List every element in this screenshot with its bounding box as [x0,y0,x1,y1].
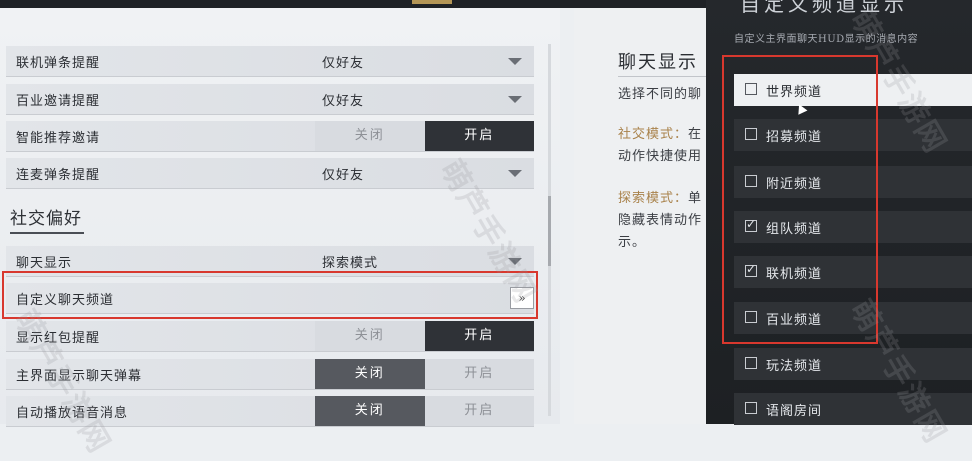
red-packet-toggle: 关闭 开启 [315,321,534,351]
smart-invite-toggle: 关闭 开启 [315,121,534,151]
chat-display-dropdown[interactable]: 探索模式 [314,246,534,276]
custom-channel-overlay: 自定义频道显示 自定义主界面聊天HUD显示的消息内容 世界频道 招募频道 附近频… [706,0,972,425]
channel-item-world[interactable]: 世界频道 [734,74,972,106]
checkbox-checked[interactable] [745,217,757,232]
explore-mode-text: 单 [688,191,703,206]
toggle-off-option[interactable]: 关闭 [315,396,425,426]
row-label: 聊天显示 [16,256,73,271]
explore-mode-label: 探索模式： [618,191,689,206]
row-label: 百业邀请提醒 [16,94,101,109]
dropdown-value: 仅好友 [322,168,365,183]
dropdown-value: 仅好友 [322,56,365,71]
checkbox[interactable] [745,128,757,140]
channel-item-guild[interactable]: 百业频道 [734,302,972,334]
toggle-off-option[interactable]: 关闭 [315,121,425,151]
channel-label: 玩法频道 [766,359,823,374]
description-panel: 聊天显示 选择不同的聊 社交模式：在 动作快捷使用 探索模式：单 隐藏表情动作 … [574,8,714,424]
toggle-on-option[interactable]: 开启 [424,396,534,426]
channel-label: 附近频道 [766,177,823,192]
toggle-off-option[interactable]: 关闭 [315,359,425,389]
row-chat-display: 聊天显示 探索模式 [6,246,534,277]
channel-item-link[interactable]: 联机频道 [734,256,972,288]
row-custom-channel[interactable]: 自定义聊天频道 » [6,283,534,314]
section-underline [10,232,84,234]
channel-label: 语阁房间 [766,404,823,419]
description-explore: 探索模式：单 [618,188,702,210]
checkbox-checked[interactable] [745,262,757,277]
top-accent [412,0,452,4]
channel-label: 世界频道 [766,85,823,100]
row-voice-popup: 连麦弹条提醒 仅好友 [6,158,534,189]
checkbox[interactable] [745,175,757,187]
dropdown-value: 探索模式 [322,256,379,271]
row-label: 联机弹条提醒 [16,56,101,71]
row-auto-voice: 自动播放语音消息 关闭 开启 [6,396,534,427]
link-popup-dropdown[interactable]: 仅好友 [314,46,534,76]
dropdown-value: 仅好友 [322,94,365,109]
row-label: 智能推荐邀请 [16,131,101,146]
row-chat-danmaku: 主界面显示聊天弹幕 关闭 开启 [6,359,534,390]
channel-label: 百业频道 [766,313,823,328]
checkbox[interactable] [745,311,757,323]
guild-invite-dropdown[interactable]: 仅好友 [314,84,534,114]
chevron-down-icon [508,170,522,177]
chat-danmaku-toggle: 关闭 开启 [315,359,534,389]
voice-popup-dropdown[interactable]: 仅好友 [314,158,534,188]
description-title: 聊天显示 [618,52,698,73]
description-social-line2: 动作快捷使用 [618,149,703,164]
social-mode-label: 社交模式： [618,127,689,142]
description-social: 社交模式：在 [618,124,702,146]
channel-item-nearby[interactable]: 附近频道 [734,166,972,198]
channel-label: 组队频道 [766,222,823,237]
chevron-down-icon [508,96,522,103]
open-channel-button[interactable]: » [510,287,534,309]
scrollbar-thumb[interactable] [548,196,551,266]
row-label: 自动播放语音消息 [16,406,129,421]
row-label: 显示红包提醒 [16,331,101,346]
chevron-down-icon [508,58,522,65]
checkbox[interactable] [745,83,757,95]
channel-item-voice-room[interactable]: 语阁房间 [734,393,972,425]
toggle-on-option[interactable]: 开启 [424,359,534,389]
checkbox[interactable] [745,402,757,414]
overlay-subtitle: 自定义主界面聊天HUD显示的消息内容 [734,34,919,45]
description-explore-line3: 示。 [618,235,647,250]
description-explore-line2: 隐藏表情动作 [618,213,703,228]
channel-item-gameplay[interactable]: 玩法频道 [734,348,972,380]
overlay-title: 自定义频道显示 [740,0,908,16]
social-mode-text: 在 [688,127,703,142]
row-label: 主界面显示聊天弹幕 [16,369,143,384]
section-title: 社交偏好 [10,209,82,229]
checkbox[interactable] [745,357,757,369]
toggle-on-option[interactable]: 开启 [424,321,534,351]
description-intro: 选择不同的聊 [618,87,703,102]
toggle-on-option[interactable]: 开启 [424,121,534,151]
row-smart-invite: 智能推荐邀请 关闭 开启 [6,121,534,152]
row-label: 连麦弹条提醒 [16,168,101,183]
toggle-off-option[interactable]: 关闭 [315,321,425,351]
chevron-down-icon [508,258,522,265]
row-guild-invite: 百业邀请提醒 仅好友 [6,84,534,115]
row-link-popup: 联机弹条提醒 仅好友 [6,46,534,77]
top-bar [0,0,706,8]
description-divider [618,76,714,77]
channel-item-recruit[interactable]: 招募频道 [734,119,972,151]
channel-label: 联机频道 [766,267,823,282]
row-red-packet: 显示红包提醒 关闭 开启 [6,321,534,352]
channel-item-team[interactable]: 组队频道 [734,211,972,243]
channel-label: 招募频道 [766,130,823,145]
row-label: 自定义聊天频道 [16,293,115,308]
auto-voice-toggle: 关闭 开启 [315,396,534,426]
